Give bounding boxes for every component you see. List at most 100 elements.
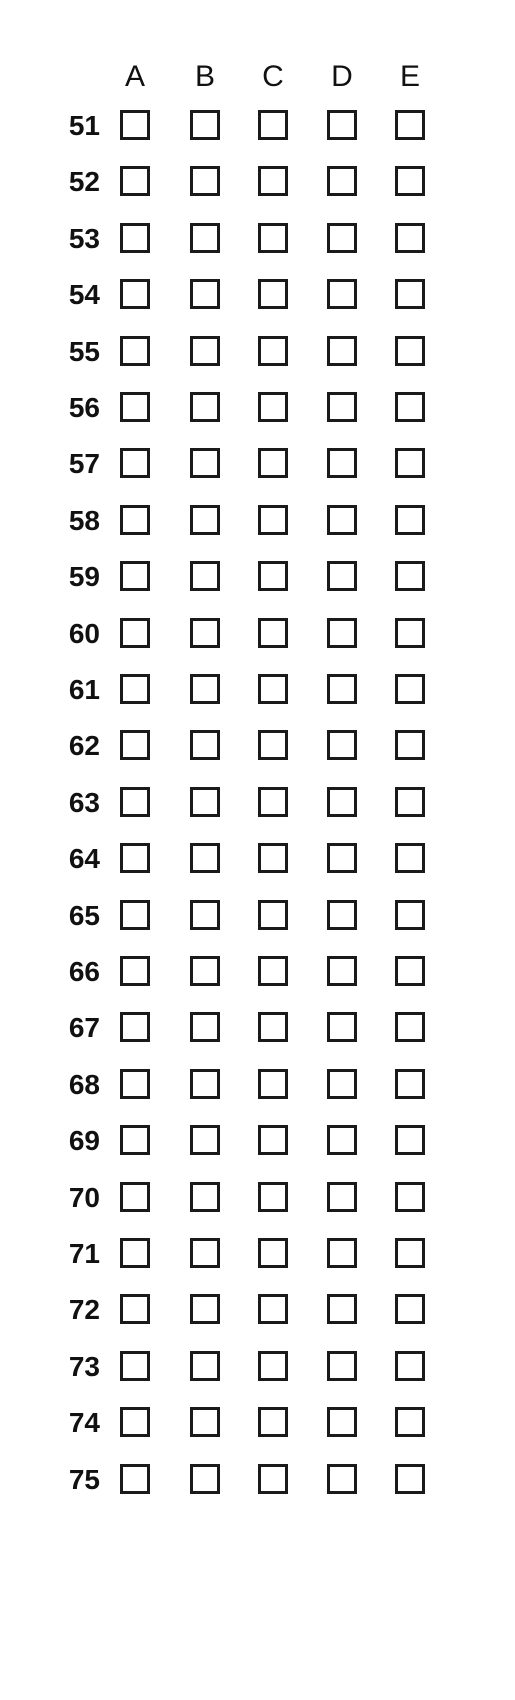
answer-checkbox-55-c[interactable] <box>258 336 288 366</box>
answer-checkbox-66-e[interactable] <box>395 956 425 986</box>
answer-checkbox-57-c[interactable] <box>258 448 288 478</box>
answer-checkbox-75-c[interactable] <box>258 1464 288 1494</box>
answer-checkbox-73-e[interactable] <box>395 1351 425 1381</box>
answer-checkbox-57-d[interactable] <box>327 448 357 478</box>
answer-checkbox-59-b[interactable] <box>190 561 220 591</box>
answer-checkbox-75-b[interactable] <box>190 1464 220 1494</box>
answer-checkbox-58-b[interactable] <box>190 505 220 535</box>
answer-checkbox-73-a[interactable] <box>120 1351 150 1381</box>
answer-checkbox-63-b[interactable] <box>190 787 220 817</box>
answer-checkbox-56-e[interactable] <box>395 392 425 422</box>
answer-checkbox-75-d[interactable] <box>327 1464 357 1494</box>
answer-checkbox-61-e[interactable] <box>395 674 425 704</box>
answer-checkbox-64-b[interactable] <box>190 843 220 873</box>
answer-checkbox-66-c[interactable] <box>258 956 288 986</box>
answer-checkbox-74-e[interactable] <box>395 1407 425 1437</box>
answer-checkbox-53-b[interactable] <box>190 223 220 253</box>
answer-checkbox-69-d[interactable] <box>327 1125 357 1155</box>
answer-checkbox-68-c[interactable] <box>258 1069 288 1099</box>
answer-checkbox-62-c[interactable] <box>258 730 288 760</box>
answer-checkbox-67-b[interactable] <box>190 1012 220 1042</box>
answer-checkbox-61-b[interactable] <box>190 674 220 704</box>
answer-checkbox-75-e[interactable] <box>395 1464 425 1494</box>
answer-checkbox-64-a[interactable] <box>120 843 150 873</box>
answer-checkbox-53-e[interactable] <box>395 223 425 253</box>
answer-checkbox-58-a[interactable] <box>120 505 150 535</box>
answer-checkbox-65-a[interactable] <box>120 900 150 930</box>
answer-checkbox-70-b[interactable] <box>190 1182 220 1212</box>
answer-checkbox-60-b[interactable] <box>190 618 220 648</box>
answer-checkbox-71-c[interactable] <box>258 1238 288 1268</box>
answer-checkbox-73-b[interactable] <box>190 1351 220 1381</box>
answer-checkbox-67-c[interactable] <box>258 1012 288 1042</box>
answer-checkbox-71-a[interactable] <box>120 1238 150 1268</box>
answer-checkbox-58-c[interactable] <box>258 505 288 535</box>
answer-checkbox-66-b[interactable] <box>190 956 220 986</box>
answer-checkbox-62-d[interactable] <box>327 730 357 760</box>
answer-checkbox-60-e[interactable] <box>395 618 425 648</box>
answer-checkbox-51-a[interactable] <box>120 110 150 140</box>
answer-checkbox-61-c[interactable] <box>258 674 288 704</box>
answer-checkbox-68-b[interactable] <box>190 1069 220 1099</box>
answer-checkbox-58-e[interactable] <box>395 505 425 535</box>
answer-checkbox-63-e[interactable] <box>395 787 425 817</box>
answer-checkbox-59-d[interactable] <box>327 561 357 591</box>
answer-checkbox-56-a[interactable] <box>120 392 150 422</box>
answer-checkbox-68-e[interactable] <box>395 1069 425 1099</box>
answer-checkbox-52-c[interactable] <box>258 166 288 196</box>
answer-checkbox-71-b[interactable] <box>190 1238 220 1268</box>
answer-checkbox-66-a[interactable] <box>120 956 150 986</box>
answer-checkbox-54-a[interactable] <box>120 279 150 309</box>
answer-checkbox-72-c[interactable] <box>258 1294 288 1324</box>
answer-checkbox-66-d[interactable] <box>327 956 357 986</box>
answer-checkbox-74-c[interactable] <box>258 1407 288 1437</box>
answer-checkbox-53-c[interactable] <box>258 223 288 253</box>
answer-checkbox-61-a[interactable] <box>120 674 150 704</box>
answer-checkbox-75-a[interactable] <box>120 1464 150 1494</box>
answer-checkbox-60-d[interactable] <box>327 618 357 648</box>
answer-checkbox-59-e[interactable] <box>395 561 425 591</box>
answer-checkbox-63-d[interactable] <box>327 787 357 817</box>
answer-checkbox-73-c[interactable] <box>258 1351 288 1381</box>
answer-checkbox-59-c[interactable] <box>258 561 288 591</box>
answer-checkbox-68-d[interactable] <box>327 1069 357 1099</box>
answer-checkbox-54-c[interactable] <box>258 279 288 309</box>
answer-checkbox-71-d[interactable] <box>327 1238 357 1268</box>
answer-checkbox-54-b[interactable] <box>190 279 220 309</box>
answer-checkbox-67-d[interactable] <box>327 1012 357 1042</box>
answer-checkbox-55-b[interactable] <box>190 336 220 366</box>
answer-checkbox-72-b[interactable] <box>190 1294 220 1324</box>
answer-checkbox-56-b[interactable] <box>190 392 220 422</box>
answer-checkbox-52-b[interactable] <box>190 166 220 196</box>
answer-checkbox-56-d[interactable] <box>327 392 357 422</box>
answer-checkbox-57-b[interactable] <box>190 448 220 478</box>
answer-checkbox-74-d[interactable] <box>327 1407 357 1437</box>
answer-checkbox-72-e[interactable] <box>395 1294 425 1324</box>
answer-checkbox-65-d[interactable] <box>327 900 357 930</box>
answer-checkbox-71-e[interactable] <box>395 1238 425 1268</box>
answer-checkbox-63-c[interactable] <box>258 787 288 817</box>
answer-checkbox-54-e[interactable] <box>395 279 425 309</box>
answer-checkbox-52-d[interactable] <box>327 166 357 196</box>
answer-checkbox-65-b[interactable] <box>190 900 220 930</box>
answer-checkbox-67-e[interactable] <box>395 1012 425 1042</box>
answer-checkbox-69-a[interactable] <box>120 1125 150 1155</box>
answer-checkbox-65-c[interactable] <box>258 900 288 930</box>
answer-checkbox-69-b[interactable] <box>190 1125 220 1155</box>
answer-checkbox-69-c[interactable] <box>258 1125 288 1155</box>
answer-checkbox-64-d[interactable] <box>327 843 357 873</box>
answer-checkbox-60-c[interactable] <box>258 618 288 648</box>
answer-checkbox-70-a[interactable] <box>120 1182 150 1212</box>
answer-checkbox-68-a[interactable] <box>120 1069 150 1099</box>
answer-checkbox-73-d[interactable] <box>327 1351 357 1381</box>
answer-checkbox-61-d[interactable] <box>327 674 357 704</box>
answer-checkbox-55-d[interactable] <box>327 336 357 366</box>
answer-checkbox-53-a[interactable] <box>120 223 150 253</box>
answer-checkbox-53-d[interactable] <box>327 223 357 253</box>
answer-checkbox-62-e[interactable] <box>395 730 425 760</box>
answer-checkbox-57-e[interactable] <box>395 448 425 478</box>
answer-checkbox-64-e[interactable] <box>395 843 425 873</box>
answer-checkbox-57-a[interactable] <box>120 448 150 478</box>
answer-checkbox-52-a[interactable] <box>120 166 150 196</box>
answer-checkbox-70-c[interactable] <box>258 1182 288 1212</box>
